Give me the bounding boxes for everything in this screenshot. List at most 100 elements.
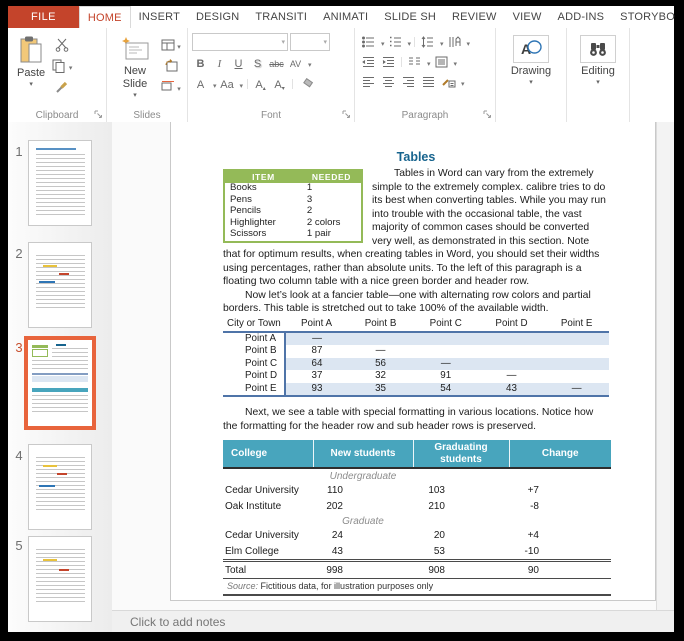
ribbon-group-editing: Editing — [567, 28, 630, 122]
city-cell: 64 — [285, 358, 349, 371]
table-row: Point A — — [223, 332, 609, 346]
college-table[interactable]: College New students Graduating students… — [223, 440, 611, 596]
drawing-icon: A — [513, 35, 549, 63]
new-slide-dropdown-arrow[interactable] — [133, 92, 137, 99]
change-case-dropdown-arrow[interactable] — [238, 75, 244, 93]
format-painter-button[interactable] — [52, 78, 72, 95]
tab-storyboarding[interactable]: STORYBO — [612, 6, 683, 28]
section-button[interactable] — [161, 78, 181, 95]
grow-font-button[interactable]: A▴ — [252, 77, 269, 92]
city-cell: 93 — [285, 383, 349, 397]
new-slide-icon — [120, 35, 150, 63]
slide-heading[interactable]: Tables — [223, 150, 609, 164]
copy-button[interactable] — [52, 57, 72, 74]
tab-design[interactable]: DESIGN — [188, 6, 247, 28]
college-header: New students — [313, 440, 413, 468]
editing-dropdown-arrow[interactable] — [596, 79, 600, 86]
tab-review[interactable]: REVIEW — [444, 6, 505, 28]
character-spacing-dropdown-arrow[interactable] — [306, 54, 312, 72]
cut-button[interactable] — [52, 36, 72, 53]
font-color-dropdown-arrow[interactable] — [211, 75, 217, 93]
convert-to-smartart-button[interactable] — [439, 74, 458, 90]
underline-button[interactable]: U — [230, 56, 247, 71]
ribbon: Paste — [8, 28, 674, 123]
italic-button[interactable]: I — [211, 56, 228, 71]
align-text-button[interactable] — [432, 54, 451, 70]
line-spacing-dropdown-arrow[interactable] — [438, 33, 444, 51]
bold-button[interactable]: B — [192, 56, 209, 71]
copy-dropdown-arrow[interactable] — [67, 57, 73, 75]
bullets-dropdown-arrow[interactable] — [379, 33, 385, 51]
total-cell: 90 — [509, 561, 611, 579]
table-row: Point E 93 35 54 43 — — [223, 383, 609, 397]
paste-button[interactable]: Paste — [12, 33, 50, 90]
slide-thumbnail-3-selected[interactable] — [24, 336, 96, 430]
city-cell: 87 — [285, 345, 349, 358]
body-paragraph-3[interactable]: Next, we see a table with special format… — [223, 406, 609, 433]
city-matrix-table[interactable]: City or Town Point A Point B Point C Poi… — [223, 318, 609, 398]
source-label: Source: — [227, 581, 258, 591]
slide-number: 4 — [12, 448, 26, 463]
tab-animations[interactable]: ANIMATI — [315, 6, 376, 28]
justify-button[interactable] — [419, 74, 438, 90]
editing-button[interactable]: Editing — [575, 33, 621, 88]
align-left-button[interactable] — [359, 74, 378, 90]
supply-table[interactable]: ITEM NEEDED Books 1 Pens 3 — [223, 169, 363, 243]
strikethrough-button[interactable]: abc — [268, 56, 285, 71]
smartart-dropdown-arrow[interactable] — [459, 73, 465, 91]
numbering-button[interactable] — [386, 34, 405, 50]
new-slide-button[interactable]: New Slide — [111, 33, 159, 101]
clear-formatting-button[interactable] — [297, 76, 317, 93]
tab-slideshow[interactable]: SLIDE SH — [376, 6, 444, 28]
reset-slide-button[interactable] — [161, 57, 181, 74]
columns-button[interactable] — [405, 54, 424, 70]
body-paragraph-2[interactable]: Now let’s look at a fancier table—one wi… — [223, 289, 609, 316]
ribbon-group-clipboard: Paste — [8, 28, 107, 122]
tab-transitions[interactable]: TRANSITI — [247, 6, 315, 28]
city-header: Point E — [544, 318, 609, 332]
align-text-dropdown-arrow[interactable] — [452, 53, 458, 71]
slide-thumbnail-5[interactable] — [28, 536, 92, 622]
tab-addins[interactable]: ADD-INS — [550, 6, 613, 28]
vertical-scrollbar[interactable] — [656, 122, 674, 610]
city-cell: 32 — [348, 370, 413, 383]
slide-thumbnail-1[interactable] — [28, 140, 92, 226]
college-cell: 53 — [413, 543, 509, 561]
text-shadow-button[interactable]: S — [249, 56, 266, 71]
slide-thumbnail-4[interactable] — [28, 444, 92, 530]
layout-dropdown-arrow[interactable] — [175, 36, 181, 54]
character-spacing-button[interactable]: AV — [287, 56, 304, 71]
bullets-button[interactable] — [359, 34, 378, 50]
tab-insert[interactable]: INSERT — [131, 6, 188, 28]
slide-layout-button[interactable] — [161, 36, 181, 53]
line-spacing-button[interactable] — [418, 34, 437, 50]
drawing-button[interactable]: A Drawing — [506, 33, 556, 88]
tab-file[interactable]: FILE — [8, 6, 79, 28]
notes-pane[interactable]: Click to add notes — [112, 610, 674, 632]
slide-canvas[interactable]: Tables ITEM NEEDED Books 1 — [170, 122, 656, 601]
college-cell: -8 — [509, 498, 611, 514]
align-center-button[interactable] — [379, 74, 398, 90]
city-cell: — — [413, 358, 479, 371]
font-name-combobox[interactable]: ▾ — [192, 33, 288, 51]
increase-indent-button[interactable] — [379, 54, 398, 70]
slide-thumbnail-2[interactable] — [28, 242, 92, 328]
font-size-combobox[interactable]: ▾ — [290, 33, 330, 51]
paste-dropdown-arrow[interactable] — [29, 81, 33, 88]
tab-home[interactable]: HOME — [79, 6, 131, 28]
city-cell — [413, 345, 479, 358]
font-color-button[interactable]: A — [192, 77, 209, 92]
drawing-label: Drawing — [511, 65, 551, 78]
paste-clipboard-icon — [18, 35, 44, 65]
tab-view[interactable]: VIEW — [505, 6, 550, 28]
decrease-indent-button[interactable] — [359, 54, 378, 70]
shrink-font-button[interactable]: A▾ — [271, 77, 288, 92]
numbering-dropdown-arrow[interactable] — [406, 33, 412, 51]
columns-dropdown-arrow[interactable] — [425, 53, 431, 71]
text-direction-button[interactable] — [445, 34, 464, 50]
text-direction-dropdown-arrow[interactable] — [465, 33, 471, 51]
section-dropdown-arrow[interactable] — [175, 78, 181, 96]
drawing-dropdown-arrow[interactable] — [529, 79, 533, 86]
change-case-button[interactable]: Aa — [219, 77, 236, 92]
align-right-button[interactable] — [399, 74, 418, 90]
